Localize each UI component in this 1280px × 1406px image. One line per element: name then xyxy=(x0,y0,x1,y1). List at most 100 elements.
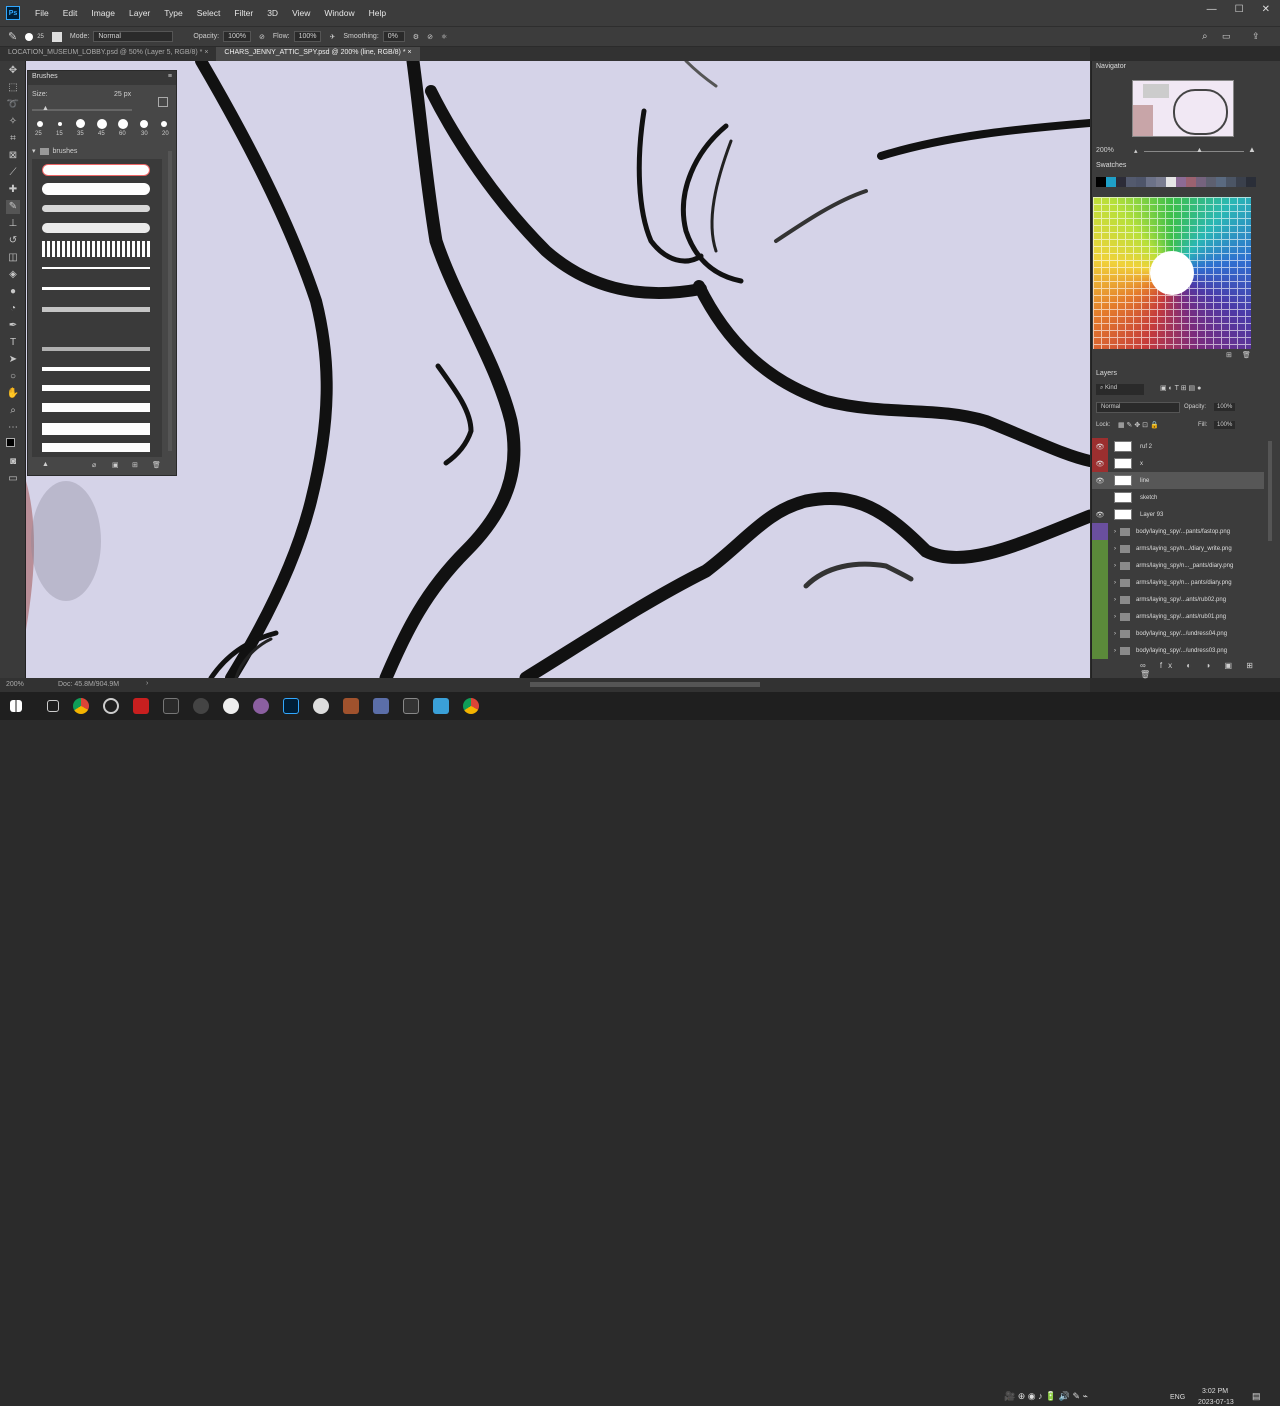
brush-preset[interactable] xyxy=(42,223,150,233)
app-icon[interactable] xyxy=(133,698,149,714)
chevron-down-icon[interactable]: ▾ xyxy=(32,147,36,155)
healing-brush-tool-icon[interactable]: ✚ xyxy=(6,183,20,197)
layer-bottom-icons[interactable]: ∞ fx ◐ ◑ ▣ ⊞ 🗑 xyxy=(1140,661,1280,679)
visibility-eye-icon[interactable] xyxy=(1092,523,1108,540)
menu-file[interactable]: File xyxy=(28,8,56,18)
obs-icon[interactable] xyxy=(193,698,209,714)
scrollbar[interactable] xyxy=(168,151,172,451)
swatch[interactable] xyxy=(1116,177,1126,187)
brush-preset[interactable] xyxy=(42,443,150,452)
swatch[interactable] xyxy=(1186,177,1196,187)
layer-name[interactable]: line xyxy=(1140,478,1149,484)
layer-thumbnail[interactable] xyxy=(1114,475,1132,486)
clock-date[interactable]: 2023-07-13 xyxy=(1198,1399,1234,1406)
menu-type[interactable]: Type xyxy=(157,8,189,18)
path-selection-tool-icon[interactable]: ➤ xyxy=(6,353,20,367)
zoom-in-icon[interactable]: ▲ xyxy=(1248,145,1256,154)
chevron-right-icon[interactable]: › xyxy=(1114,631,1116,637)
chevron-right-icon[interactable]: › xyxy=(146,680,148,687)
brush-preset[interactable] xyxy=(42,347,150,351)
app-icon[interactable] xyxy=(433,698,449,714)
brush-preset[interactable] xyxy=(42,307,150,312)
menu-3d[interactable]: 3D xyxy=(260,8,285,18)
swatch[interactable] xyxy=(1176,177,1186,187)
layer-row[interactable]: › arms/laying_spy/n.../diary_write.png xyxy=(1092,540,1264,557)
opacity-input[interactable]: 100% xyxy=(223,31,251,42)
swatch[interactable] xyxy=(1126,177,1136,187)
menu-view[interactable]: View xyxy=(285,8,317,18)
brush-tool-icon[interactable]: ✎ xyxy=(8,30,17,43)
menu-layer[interactable]: Layer xyxy=(122,8,157,18)
zoom-out-icon[interactable]: ▴ xyxy=(1134,147,1138,155)
tab-chars-jenny-attic-spy[interactable]: CHARS_JENNY_ATTIC_SPY.psd @ 200% (line, … xyxy=(216,47,420,61)
photoshop-taskbar-icon[interactable] xyxy=(283,698,299,714)
airbrush-icon[interactable]: ✈ xyxy=(329,33,335,41)
clock-time[interactable]: 3:02 PM xyxy=(1202,1388,1228,1395)
layer-name[interactable]: arms/laying_spy/...ants/rub02.png xyxy=(1136,597,1226,603)
layer-name[interactable]: arms/laying_spy/n..._pants/diary.png xyxy=(1136,563,1233,569)
zoom-level[interactable]: 200% xyxy=(6,681,24,688)
visibility-eye-icon[interactable]: 👁 xyxy=(1092,472,1108,489)
layers-filter[interactable]: ⌕ Kind xyxy=(1096,384,1144,395)
visibility-eye-icon[interactable] xyxy=(1092,574,1108,591)
layer-row[interactable]: › body/laying_spy/...pants/fastop.png xyxy=(1092,523,1264,540)
close-icon[interactable]: × xyxy=(408,49,412,56)
swatch[interactable] xyxy=(1236,177,1246,187)
layer-row[interactable]: 👁 line xyxy=(1092,472,1264,489)
quick-mask-icon[interactable]: ◙ xyxy=(6,455,20,469)
visibility-eye-icon[interactable] xyxy=(1092,608,1108,625)
color-swatch-icon[interactable] xyxy=(6,438,20,452)
visibility-eye-icon[interactable] xyxy=(1092,642,1108,659)
layer-row[interactable]: 👁 Layer 93 xyxy=(1092,506,1264,523)
new-brush-icon[interactable] xyxy=(158,97,168,107)
paint-bucket-tool-icon[interactable]: ◈ xyxy=(6,268,20,282)
layer-row[interactable]: › arms/laying_spy/n..._pants/diary.png xyxy=(1092,557,1264,574)
app-icon[interactable] xyxy=(163,698,179,714)
layer-thumbnail[interactable] xyxy=(1114,441,1132,452)
layer-thumbnail[interactable] xyxy=(1114,458,1132,469)
menu-image[interactable]: Image xyxy=(84,8,122,18)
visibility-eye-icon[interactable] xyxy=(1092,489,1108,506)
swatch[interactable] xyxy=(1096,177,1106,187)
brushes-folder[interactable]: ▾ brushes xyxy=(32,146,164,156)
visibility-eye-icon[interactable] xyxy=(1092,625,1108,642)
lasso-tool-icon[interactable]: ➰ xyxy=(6,98,20,112)
maximize-button[interactable]: ☐ xyxy=(1235,4,1244,15)
app-icon[interactable] xyxy=(313,698,329,714)
visibility-eye-icon[interactable]: 👁 xyxy=(1092,438,1108,455)
slider-handle[interactable]: ▲ xyxy=(42,105,49,112)
layer-name[interactable]: body/laying_spy/.../undress04.png xyxy=(1136,631,1227,637)
move-tool-icon[interactable]: ✥ xyxy=(6,64,20,78)
layer-name[interactable]: sketch xyxy=(1140,495,1157,501)
menu-select[interactable]: Select xyxy=(190,8,228,18)
visibility-eye-icon[interactable] xyxy=(1092,591,1108,608)
marquee-tool-icon[interactable]: ⬚ xyxy=(6,81,20,95)
swatches-grid[interactable] xyxy=(1096,177,1264,187)
symmetry-icon[interactable]: ⚛ xyxy=(441,33,447,41)
tray-icons[interactable]: 🎥 ⊕ ◉ ♪ 🔋 🔊 ✎ ⌁ xyxy=(1004,1391,1088,1402)
brush-preset[interactable] xyxy=(42,267,150,269)
brush-tool-icon[interactable]: ✎ xyxy=(6,200,20,214)
chevron-right-icon[interactable]: › xyxy=(1114,648,1116,654)
layer-name[interactable]: arms/laying_spy/...ants/rub01.png xyxy=(1136,614,1226,620)
share-icon[interactable]: ⇪ xyxy=(1252,31,1260,42)
ellipse-tool-icon[interactable]: ○ xyxy=(6,370,20,384)
app-icon[interactable] xyxy=(403,698,419,714)
menu-edit[interactable]: Edit xyxy=(56,8,85,18)
horizontal-scrollbar[interactable] xyxy=(530,682,760,687)
layer-row[interactable]: › body/laying_spy/.../undress03.png xyxy=(1092,642,1264,659)
hand-tool-icon[interactable]: ✋ xyxy=(6,387,20,401)
chevron-right-icon[interactable]: › xyxy=(1114,529,1116,535)
pressure-size-icon[interactable]: ⊘ xyxy=(427,33,433,41)
workspace-icon[interactable]: ▭ xyxy=(1222,31,1231,42)
screen-mode-icon[interactable]: ▭ xyxy=(6,472,20,486)
layer-name[interactable]: body/laying_spy/.../undress03.png xyxy=(1136,648,1227,654)
chevron-right-icon[interactable]: › xyxy=(1114,563,1116,569)
document-canvas[interactable] xyxy=(26,61,1090,678)
pressure-opacity-icon[interactable]: ⊘ xyxy=(259,33,265,41)
close-button[interactable]: ✕ xyxy=(1262,4,1270,15)
language-indicator[interactable]: ENG xyxy=(1170,1394,1185,1401)
menu-help[interactable]: Help xyxy=(362,8,393,18)
visibility-eye-icon[interactable] xyxy=(1092,540,1108,557)
swatch[interactable] xyxy=(1206,177,1216,187)
